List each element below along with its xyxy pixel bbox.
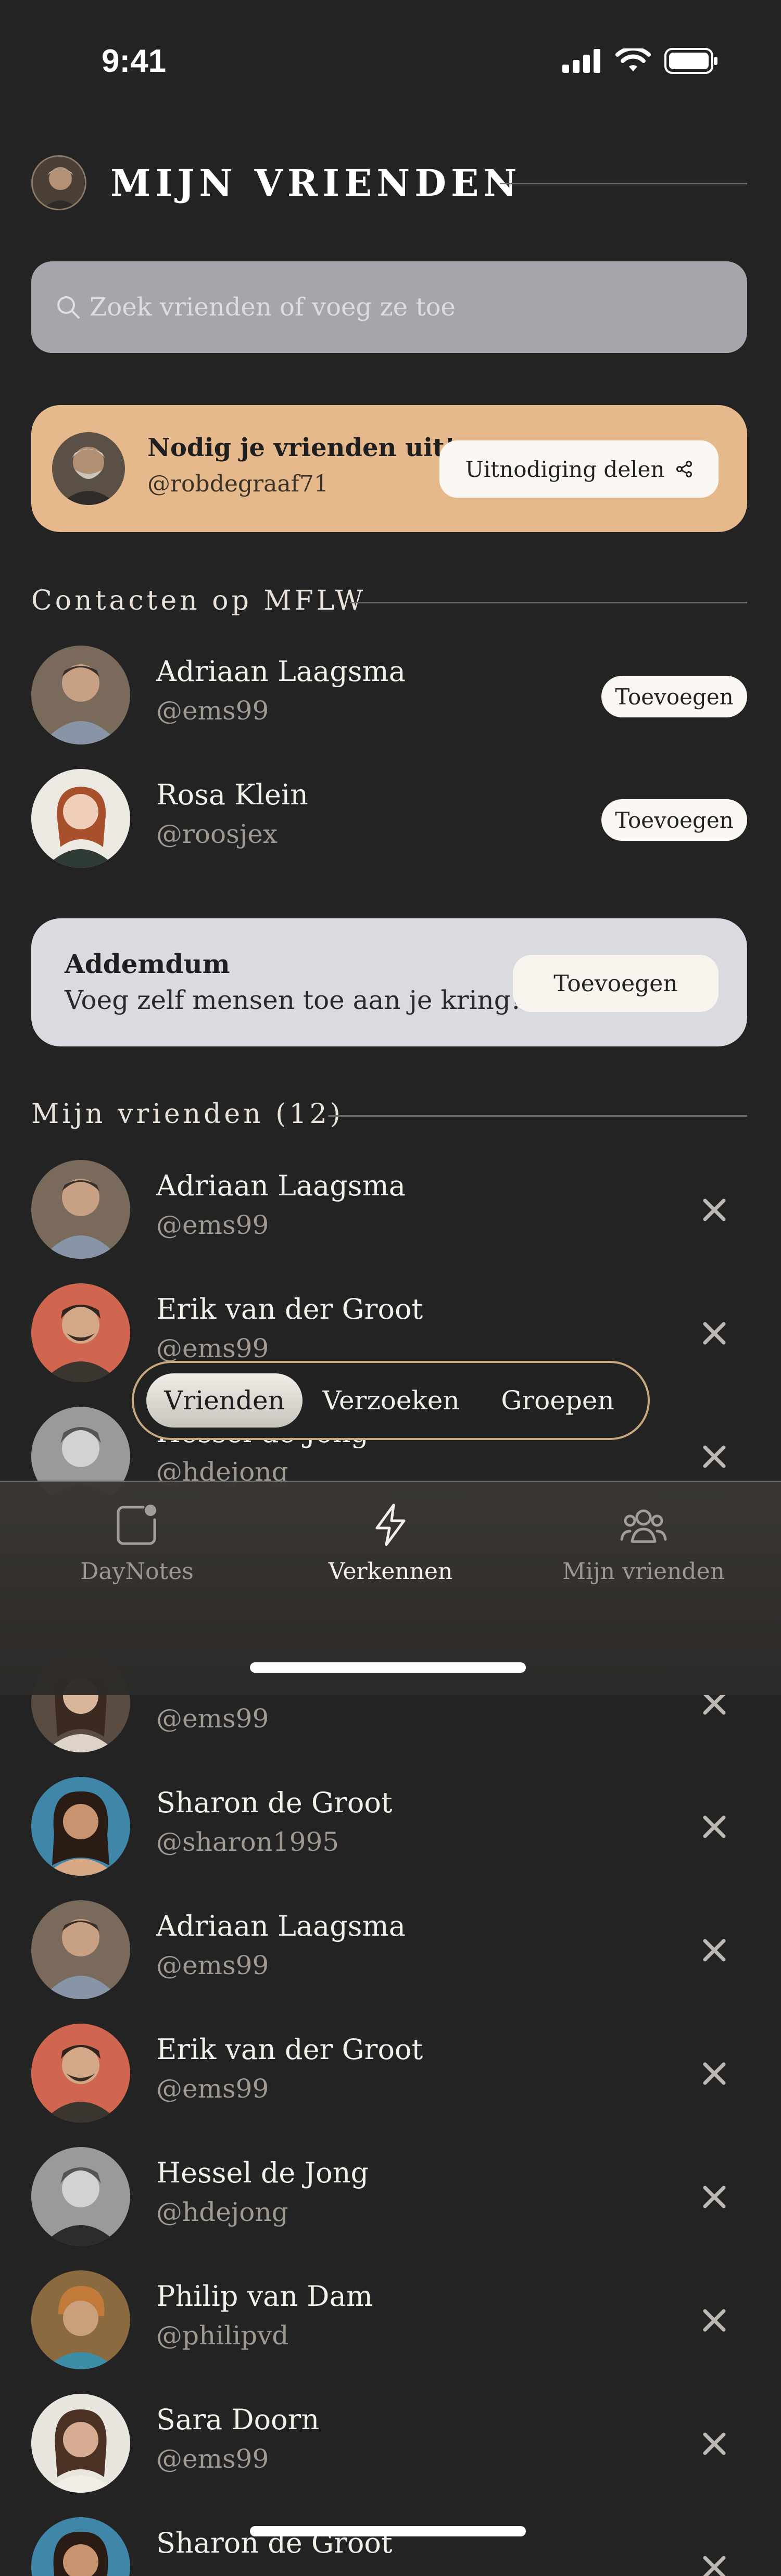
friend-name: Hessel de Jong	[156, 2156, 369, 2189]
addemdum-card: Addemdum Voeg zelf mensen toe aan je kri…	[31, 918, 747, 1046]
status-time: 9:41	[102, 43, 167, 79]
search-bar[interactable]	[31, 261, 747, 353]
avatar	[31, 2394, 130, 2493]
avatar-portrait	[52, 432, 125, 505]
share-invite-button[interactable]: Uitnodiging delen	[439, 440, 719, 498]
friend-name: Adriaan Laagsma	[156, 1169, 406, 1202]
avatar	[31, 646, 130, 744]
avatar	[31, 769, 130, 868]
invite-title: Nodig je vrienden uit!	[147, 433, 456, 462]
remove-friend-icon[interactable]	[700, 1319, 729, 1348]
friend-name: Adriaan Laagsma	[156, 1910, 406, 1942]
battery-icon	[664, 48, 717, 74]
section-title-contacts: Contacten op MFLW	[31, 585, 367, 616]
divider	[350, 602, 747, 603]
home-indicator	[250, 1662, 526, 1673]
tab-groepen[interactable]: Groepen	[480, 1373, 636, 1428]
addemdum-subtitle: Voeg zelf mensen toe aan je kring!	[65, 985, 521, 1015]
tab-vrienden[interactable]: Vrienden	[146, 1373, 303, 1428]
lightning-icon	[375, 1504, 406, 1546]
remove-friend-icon[interactable]	[700, 2306, 729, 2335]
avatar	[31, 1900, 130, 1999]
friend-row[interactable]: Adriaan Laagsma @ems99	[0, 1160, 781, 1262]
friend-handle: @ems99	[156, 2444, 269, 2474]
friend-handle: @ems99	[156, 1703, 269, 1734]
contact-handle: @ems99	[156, 696, 269, 726]
contact-handle: @roosjex	[156, 819, 278, 849]
remove-friend-icon[interactable]	[700, 2059, 729, 2088]
avatar	[31, 1160, 130, 1259]
avatar	[31, 2147, 130, 2246]
friend-handle: @ems99	[156, 1210, 269, 1240]
friend-handle: @ems99	[156, 1950, 269, 1980]
avatar	[31, 2024, 130, 2123]
remove-friend-icon[interactable]	[700, 2429, 729, 2458]
remove-friend-icon[interactable]	[700, 2553, 729, 2576]
avatar[interactable]	[31, 155, 86, 210]
section-title-friends: Mijn vrienden (12)	[31, 1098, 344, 1130]
nav-item-daynotes[interactable]: DayNotes	[33, 1503, 241, 1585]
friend-handle: @hdejong	[156, 2197, 288, 2227]
friend-name: Sara Doorn	[156, 2403, 320, 2436]
addemdum-title: Addemdum	[65, 949, 230, 979]
friend-name: Erik van der Groot	[156, 2033, 423, 2066]
nav-item-verkennen[interactable]: Verkennen	[286, 1503, 495, 1585]
status-icons	[562, 48, 719, 74]
invite-card: Nodig je vrienden uit! @robdegraaf71 Uit…	[31, 405, 747, 532]
friend-handle: @philipvd	[156, 2320, 289, 2351]
remove-friend-icon[interactable]	[700, 1442, 729, 1471]
share-icon	[676, 461, 692, 477]
friend-row[interactable]: Hessel de Jong @hdejong	[0, 2147, 781, 2249]
add-contact-button[interactable]: Toevoegen	[601, 799, 747, 841]
remove-friend-icon[interactable]	[700, 1195, 729, 1224]
contact-name: Adriaan Laagsma	[156, 655, 406, 688]
friend-name: Philip van Dam	[156, 2280, 373, 2313]
contact-name: Rosa Klein	[156, 778, 308, 811]
segmented-tabs: Vrienden Verzoeken Groepen	[132, 1361, 650, 1440]
remove-friend-icon[interactable]	[700, 1936, 729, 1965]
nav-label: DayNotes	[80, 1558, 194, 1585]
friend-row[interactable]: Adriaan Laagsma @ems99	[0, 1900, 781, 2002]
avatar	[31, 2517, 130, 2576]
wifi-icon	[615, 48, 651, 71]
avatar-portrait	[33, 157, 85, 209]
friend-row[interactable]: Sharon de Groot @sharon1995	[0, 1777, 781, 1879]
share-invite-label: Uitnodiging delen	[465, 456, 665, 482]
remove-friend-icon[interactable]	[700, 1812, 729, 1841]
friend-name: Erik van der Groot	[156, 1293, 423, 1325]
friend-name: Sharon de Groot	[156, 1786, 393, 1819]
contact-row[interactable]: Adriaan Laagsma @ems99 Toevoegen	[0, 646, 781, 748]
home-indicator	[250, 2526, 526, 2536]
remove-friend-icon[interactable]	[700, 2182, 729, 2212]
tab-verzoeken[interactable]: Verzoeken	[303, 1373, 480, 1428]
avatar	[31, 1777, 130, 1876]
friends-icon	[620, 1509, 667, 1543]
friend-row[interactable]: Erik van der Groot @ems99	[0, 2024, 781, 2126]
nav-label: Verkennen	[328, 1558, 453, 1585]
friend-row[interactable]: Philip van Dam @philipvd	[0, 2270, 781, 2372]
avatar	[31, 2270, 130, 2369]
invite-handle: @robdegraaf71	[147, 471, 329, 497]
nav-item-mijn-vrienden[interactable]: Mijn vrienden	[539, 1503, 748, 1585]
signal-icon	[562, 49, 600, 73]
contact-row[interactable]: Rosa Klein @roosjex Toevoegen	[0, 769, 781, 871]
note-icon	[117, 1505, 156, 1545]
friend-row[interactable]: Sara Doorn @ems99	[0, 2394, 781, 2496]
friend-handle: @sharon1995	[156, 1827, 339, 1857]
page-title: MIJN VRIENDEN	[110, 161, 522, 205]
avatar	[31, 1283, 130, 1382]
bottom-nav: DayNotes Verkennen Mijn vrienden	[0, 1481, 781, 1695]
addemdum-add-button[interactable]: Toevoegen	[513, 955, 719, 1012]
search-icon	[57, 296, 80, 319]
friend-handle: @ems99	[156, 1333, 269, 1363]
divider	[328, 1115, 747, 1117]
add-contact-button[interactable]: Toevoegen	[601, 676, 747, 717]
friend-handle: @ems99	[156, 2074, 269, 2104]
avatar	[52, 432, 125, 505]
divider	[500, 183, 747, 184]
search-input[interactable]	[90, 293, 714, 322]
nav-label: Mijn vrienden	[562, 1558, 725, 1585]
